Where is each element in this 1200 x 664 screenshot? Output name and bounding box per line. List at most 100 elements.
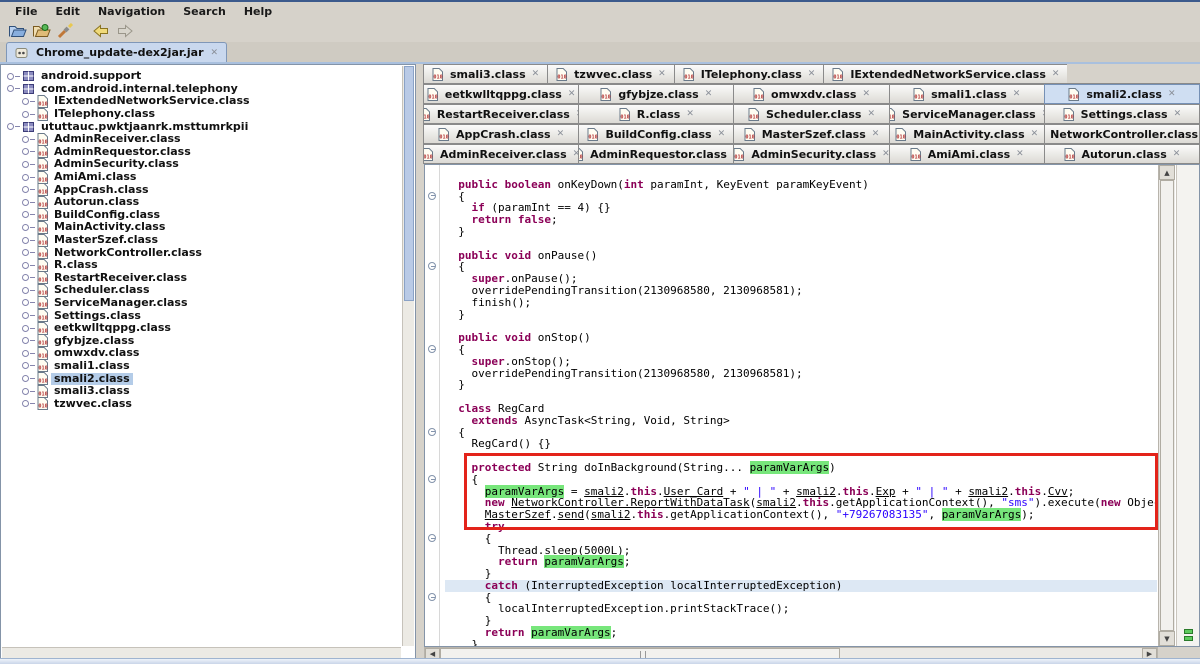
overview-ruler[interactable] — [1176, 165, 1199, 646]
editor-tab-omwxdv-class[interactable]: 010omwxdv.class✕ — [733, 84, 889, 104]
tree-expander-icon[interactable] — [22, 136, 29, 143]
tree-expander-icon[interactable] — [22, 325, 29, 332]
fold-collapse-icon[interactable] — [428, 345, 436, 353]
tab-close-icon[interactable]: ✕ — [557, 129, 565, 139]
tab-close-icon[interactable]: ✕ — [1174, 109, 1182, 119]
tree-item-adminrequestor-class[interactable]: 010AdminRequestor.class — [3, 146, 401, 159]
tree-item-adminsecurity-class[interactable]: 010AdminSecurity.class — [3, 158, 401, 171]
tree-item-com-android-internal-telephony[interactable]: com.android.internal.telephony — [3, 83, 401, 96]
tree-item-appcrash-class[interactable]: 010AppCrash.class — [3, 183, 401, 196]
editor-tab-gfybjze-class[interactable]: 010gfybjze.class✕ — [578, 84, 734, 104]
editor-tab-buildconfig-class[interactable]: 010BuildConfig.class✕ — [578, 124, 734, 144]
tree-item-ututtauc-pwktjaanrk-msttumrkpii[interactable]: ututtauc.pwktjaanrk.msttumrkpii — [3, 120, 401, 133]
tree-expander-icon[interactable] — [22, 199, 29, 206]
code-text[interactable]: public boolean onKeyDown(int paramInt, K… — [441, 165, 1157, 646]
tree-expander-icon[interactable] — [22, 299, 29, 306]
editor-tab-autorun-class[interactable]: 010Autorun.class✕ — [1044, 144, 1200, 164]
tree-expander-icon[interactable] — [22, 337, 29, 344]
tab-close-icon[interactable]: ✕ — [872, 129, 880, 139]
tree-item-smali3-class[interactable]: 010smali3.class — [3, 385, 401, 398]
tree-scrollbar-thumb[interactable] — [404, 66, 414, 301]
tree-item-omwxdv-class[interactable]: 010omwxdv.class — [3, 347, 401, 360]
tree-horizontal-scrollbar[interactable] — [2, 647, 401, 658]
editor-tab-adminreceiver-class[interactable]: 010AdminReceiver.class✕ — [423, 144, 579, 164]
tree-expander-icon[interactable] — [22, 274, 29, 281]
tree-item-masterszef-class[interactable]: 010MasterSzef.class — [3, 234, 401, 247]
tab-close-icon[interactable]: ✕ — [658, 69, 666, 79]
open-file-icon[interactable] — [5, 21, 29, 41]
occurrence-mark[interactable] — [1184, 636, 1193, 641]
tree-item-gfybjze-class[interactable]: 010gfybjze.class — [3, 334, 401, 347]
editor-tab-adminrequestor-class[interactable]: 010AdminRequestor.class✕ — [578, 144, 734, 164]
editor-vertical-scrollbar[interactable]: ▲ ▼ — [1158, 165, 1175, 646]
fold-collapse-icon[interactable] — [428, 428, 436, 436]
tree-expander-icon[interactable] — [22, 161, 29, 168]
occurrence-mark[interactable] — [1184, 629, 1193, 634]
tree-item-scheduler-class[interactable]: 010Scheduler.class — [3, 284, 401, 297]
tree-expander-icon[interactable] — [7, 123, 14, 130]
editor-vscroll-thumb[interactable] — [1160, 180, 1174, 631]
editor-tab-networkcontroller-class[interactable]: 010NetworkController.class✕ — [1044, 124, 1200, 144]
tab-close-icon[interactable]: ✕ — [867, 109, 875, 119]
editor-tab-scheduler-class[interactable]: 010Scheduler.class✕ — [733, 104, 889, 124]
tab-close-icon[interactable]: ✕ — [1016, 149, 1024, 159]
tab-close-icon[interactable]: ✕ — [1013, 89, 1021, 99]
editor-tab-iextendednetworkservice-class[interactable]: 010IExtendedNetworkService.class✕ — [823, 64, 1068, 84]
editor-tab-adminsecurity-class[interactable]: 010AdminSecurity.class✕ — [733, 144, 889, 164]
tab-close-icon[interactable]: ✕ — [718, 129, 726, 139]
tree-item-smali1-class[interactable]: 010smali1.class — [3, 360, 401, 373]
tree-item-r-class[interactable]: 010R.class — [3, 259, 401, 272]
tree-expander-icon[interactable] — [22, 224, 29, 231]
fold-collapse-icon[interactable] — [428, 262, 436, 270]
tree-item-adminreceiver-class[interactable]: 010AdminReceiver.class — [3, 133, 401, 146]
tree-expander-icon[interactable] — [22, 262, 29, 269]
editor-tab-appcrash-class[interactable]: 010AppCrash.class✕ — [423, 124, 579, 144]
code-view[interactable]: public boolean onKeyDown(int paramInt, K… — [424, 164, 1200, 647]
tab-close-icon[interactable]: ✕ — [808, 69, 816, 79]
editor-tab-eetkwlltqppg-class[interactable]: 010eetkwlltqppg.class✕ — [423, 84, 579, 104]
tree-expander-icon[interactable] — [22, 98, 29, 105]
menu-edit[interactable]: Edit — [47, 4, 89, 19]
tab-close-icon[interactable]: ✕ — [532, 69, 540, 79]
tree-item-itelephony-class[interactable]: 010ITelephony.class — [3, 108, 401, 121]
tree-item-servicemanager-class[interactable]: 010ServiceManager.class — [3, 297, 401, 310]
tree-expander-icon[interactable] — [22, 111, 29, 118]
jar-tab[interactable]: Chrome_update-dex2jar.jar ✕ — [6, 42, 227, 62]
tree-expander-icon[interactable] — [22, 350, 29, 357]
menu-navigation[interactable]: Navigation — [89, 4, 174, 19]
editor-tab-smali3-class[interactable]: 010smali3.class✕ — [423, 64, 548, 84]
jar-tab-close-icon[interactable]: ✕ — [211, 48, 219, 58]
menu-search[interactable]: Search — [174, 4, 235, 19]
tree-item-eetkwlltqppg-class[interactable]: 010eetkwlltqppg.class — [3, 322, 401, 335]
menu-help[interactable]: Help — [235, 4, 281, 19]
tab-close-icon[interactable]: ✕ — [1168, 89, 1176, 99]
scroll-up-arrow-icon[interactable]: ▲ — [1159, 165, 1175, 180]
editor-tab-amiami-class[interactable]: 010AmiAmi.class✕ — [889, 144, 1045, 164]
editor-tab-settings-class[interactable]: 010Settings.class✕ — [1044, 104, 1200, 124]
tab-close-icon[interactable]: ✕ — [686, 109, 694, 119]
editor-tab-masterszef-class[interactable]: 010MasterSzef.class✕ — [733, 124, 889, 144]
tab-close-icon[interactable]: ✕ — [1031, 129, 1039, 139]
tree-item-autorun-class[interactable]: 010Autorun.class — [3, 196, 401, 209]
tree-expander-icon[interactable] — [22, 388, 29, 395]
tab-close-icon[interactable]: ✕ — [1052, 69, 1060, 79]
open-type-icon[interactable] — [29, 21, 53, 41]
fold-collapse-icon[interactable] — [428, 534, 436, 542]
tree-expander-icon[interactable] — [22, 237, 29, 244]
editor-tab-mainactivity-class[interactable]: 010MainActivity.class✕ — [889, 124, 1045, 144]
editor-tab-smali2-class[interactable]: 010smali2.class✕ — [1044, 84, 1200, 104]
back-icon[interactable] — [89, 21, 113, 41]
tree-item-android-support[interactable]: android.support — [3, 70, 401, 83]
editor-tab-tzwvec-class[interactable]: 010tzwvec.class✕ — [547, 64, 675, 84]
tree-item-amiami-class[interactable]: 010AmiAmi.class — [3, 171, 401, 184]
tree-expander-icon[interactable] — [22, 312, 29, 319]
tree-expander-icon[interactable] — [7, 73, 14, 80]
menu-file[interactable]: File — [6, 4, 47, 19]
tree-expander-icon[interactable] — [22, 362, 29, 369]
tree-expander-icon[interactable] — [22, 174, 29, 181]
tree-item-restartreceiver-class[interactable]: 010RestartReceiver.class — [3, 272, 401, 285]
fold-collapse-icon[interactable] — [428, 475, 436, 483]
editor-tab-smali1-class[interactable]: 010smali1.class✕ — [889, 84, 1045, 104]
scroll-down-arrow-icon[interactable]: ▼ — [1159, 631, 1175, 646]
tree-item-iextendednetworkservice-class[interactable]: 010IExtendedNetworkService.class — [3, 95, 401, 108]
